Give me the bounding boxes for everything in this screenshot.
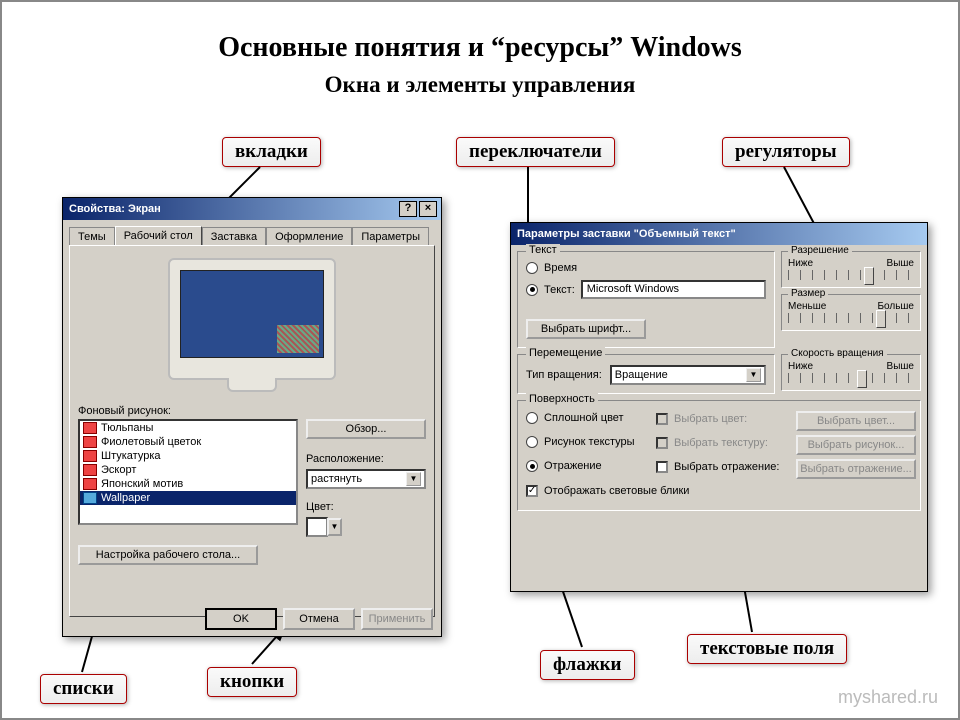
chevron-down-icon[interactable]: ▼ [406,472,421,486]
dialog2-title: Параметры заставки "Объемный текст" [517,228,736,240]
pick-reflection-button: Выбрать отражение... [796,459,916,479]
group-text: Текст [526,244,560,256]
radio-texture[interactable]: Рисунок текстуры [526,436,656,448]
screensaver-settings-dialog: Параметры заставки "Объемный текст" Текс… [510,222,928,592]
slide-title: Основные понятия и “ресурсы” Windows [2,32,958,64]
background-label: Фоновый рисунок: [78,405,426,417]
browse-button[interactable]: Обзор... [306,419,426,439]
radio-time[interactable]: Время [526,262,766,274]
apply-button[interactable]: Применить [361,608,433,630]
chevron-down-icon[interactable]: ▼ [746,368,761,382]
dialog1-titlebar[interactable]: Свойства: Экран ? × [63,198,441,220]
rotation-type-label: Тип вращения: [526,369,602,381]
radio-reflection[interactable]: Отражение [526,460,656,472]
close-button[interactable]: × [419,201,437,217]
ok-button[interactable]: OK [205,608,277,630]
list-item[interactable]: Штукатурка [80,449,296,463]
dialog2-titlebar[interactable]: Параметры заставки "Объемный текст" [511,223,927,245]
resolution-slider[interactable] [788,273,914,277]
watermark: myshared.ru [838,687,938,708]
list-item[interactable]: Фиолетовый цветок [80,435,296,449]
display-properties-dialog: Свойства: Экран ? × Темы Рабочий стол За… [62,197,442,637]
placement-label: Расположение: [306,453,426,465]
pick-texture-button: Выбрать рисунок... [796,435,916,455]
help-button[interactable]: ? [399,201,417,217]
speed-slider-group: Скорость вращения НижеВыше [781,354,921,391]
callout-buttons: кнопки [207,667,297,697]
callout-radios: переключатели [456,137,615,167]
color-picker[interactable] [306,517,328,537]
chevron-down-icon[interactable]: ▼ [327,518,342,536]
preview-monitor [168,258,336,380]
tab-screensaver[interactable]: Заставка [202,227,266,246]
radio-text[interactable]: Текст: Microsoft Windows [526,280,766,299]
chk-pick-reflection[interactable]: Выбрать отражение: [656,461,796,473]
dialog1-title: Свойства: Экран [69,203,161,215]
desktop-settings-button[interactable]: Настройка рабочего стола... [78,545,258,565]
slide-subtitle: Окна и элементы управления [2,72,958,98]
list-item[interactable]: Wallpaper [80,491,296,505]
choose-font-button[interactable]: Выбрать шрифт... [526,319,646,339]
tabstrip: Темы Рабочий стол Заставка Оформление Па… [63,220,441,245]
resolution-slider-group: Разрешение НижеВыше [781,251,921,288]
callout-lists: списки [40,674,127,704]
list-item[interactable]: Японский мотив [80,477,296,491]
callout-tabs: вкладки [222,137,321,167]
cancel-button[interactable]: Отмена [283,608,355,630]
callout-sliders: регуляторы [722,137,850,167]
placement-combo[interactable]: растянуть▼ [306,469,426,489]
tab-themes[interactable]: Темы [69,227,115,246]
color-label: Цвет: [306,501,426,513]
tab-desktop[interactable]: Рабочий стол [115,226,202,245]
callout-textfields: текстовые поля [687,634,847,664]
size-slider-group: Размер МеньшеБольше [781,294,921,331]
list-item[interactable]: Тюльпаны [80,421,296,435]
group-surface: Поверхность [526,393,598,405]
group-move: Перемещение [526,347,605,359]
speed-slider[interactable] [788,376,914,380]
size-slider[interactable] [788,316,914,320]
pick-color-button: Выбрать цвет... [796,411,916,431]
chk-pick-color: Выбрать цвет: [656,413,796,425]
tab-settings[interactable]: Параметры [352,227,429,246]
chk-highlights[interactable]: Отображать световые блики [526,485,912,497]
list-item[interactable]: Эскорт [80,463,296,477]
radio-solid[interactable]: Сплошной цвет [526,412,656,424]
tab-appearance[interactable]: Оформление [266,227,352,246]
callout-checkboxes: флажки [540,650,635,680]
background-list[interactable]: Тюльпаны Фиолетовый цветок Штукатурка Эс… [78,419,298,525]
chk-pick-texture: Выбрать текстуру: [656,437,796,449]
text-input[interactable]: Microsoft Windows [581,280,766,299]
rotation-combo[interactable]: Вращение▼ [610,365,766,385]
